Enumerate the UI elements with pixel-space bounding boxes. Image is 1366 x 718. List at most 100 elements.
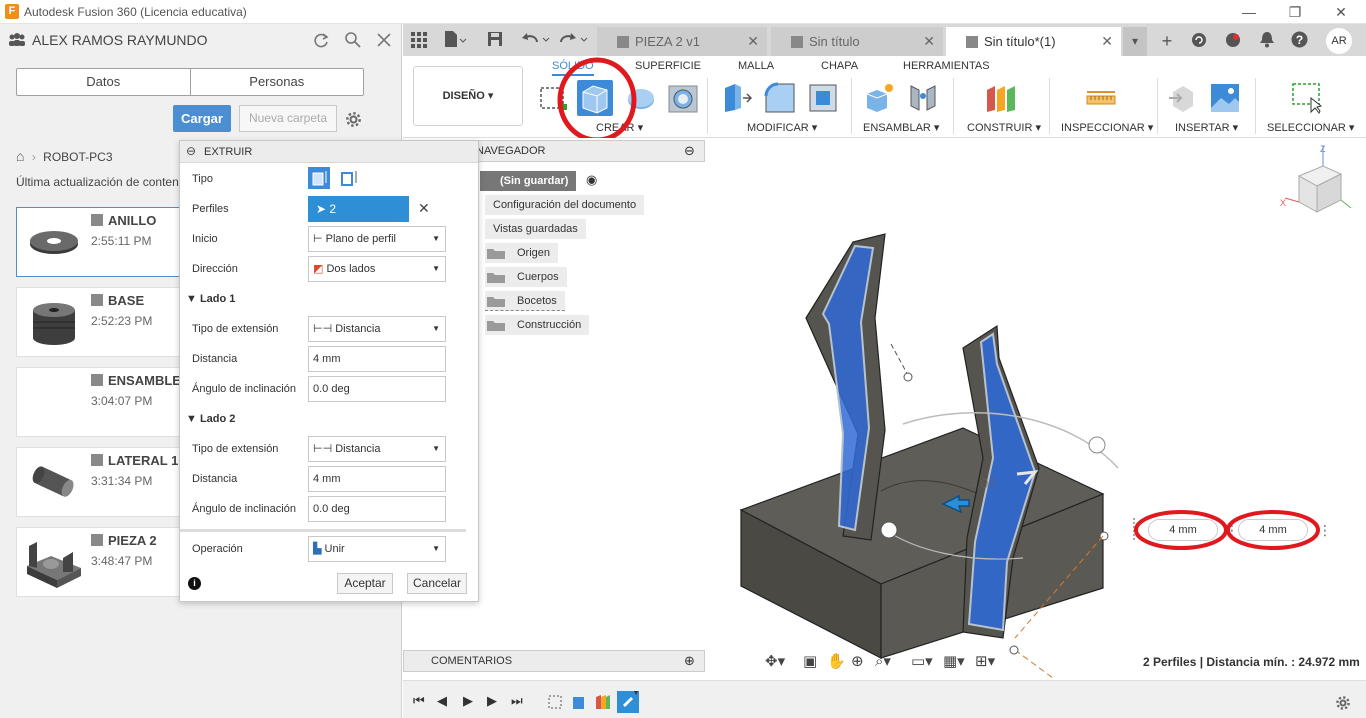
play-icon[interactable]: ▶ <box>463 693 473 709</box>
cancel-button[interactable]: Cancelar <box>407 573 467 594</box>
extrude-type-solid-icon[interactable] <box>308 167 330 189</box>
browser-item-config[interactable]: Configuración del documento <box>485 195 645 215</box>
maximize-button[interactable]: ❐ <box>1280 2 1310 22</box>
step-back-icon[interactable]: ◀ <box>437 693 447 709</box>
press-pull-icon[interactable] <box>721 82 753 114</box>
search-icon[interactable] <box>344 31 362 49</box>
side2-extent-dropdown[interactable]: ⊢⊣ Distancia <box>308 436 446 462</box>
file-item-base[interactable]: BASE 2:52:23 PM <box>16 287 186 357</box>
tab-overflow-chevron-icon[interactable]: ▾ <box>1123 27 1147 56</box>
ribbon-tab-herramientas[interactable]: HERRAMIENTAS <box>903 60 990 72</box>
file-item-ensamble[interactable]: ENSAMBLE 3:04:07 PM <box>16 367 186 437</box>
file-item-pieza-2[interactable]: PIEZA 2 3:48:47 PM <box>16 527 186 597</box>
offset-plane-icon[interactable] <box>985 82 1017 114</box>
close-tab-icon[interactable]: ✕ <box>1101 27 1113 56</box>
tab-datos[interactable]: Datos <box>17 69 191 95</box>
side2-angle-input[interactable]: 0.0 deg <box>308 496 446 522</box>
extrude-dialog-header[interactable]: ⊖ EXTRUIR <box>180 141 478 163</box>
side1-section[interactable]: ▼ Lado 1 <box>186 293 235 305</box>
close-tab-icon[interactable]: ✕ <box>923 27 935 56</box>
fillet-icon[interactable] <box>764 82 796 114</box>
profiles-selector[interactable]: ➤ 2 seleccionado <box>308 196 409 242</box>
timeline-extrude-icon[interactable] <box>571 694 587 710</box>
browser-root-node[interactable]: (Sin guardar) <box>480 171 577 191</box>
accept-button[interactable]: Aceptar <box>337 573 393 594</box>
refresh-icon[interactable] <box>312 31 330 49</box>
save-icon[interactable] <box>487 31 503 47</box>
timeline-settings-gear-icon[interactable] <box>1335 695 1351 711</box>
group-modificar[interactable]: MODIFICAR ▾ <box>747 121 817 134</box>
tab-personas[interactable]: Personas <box>191 69 364 95</box>
info-icon[interactable]: i <box>188 577 201 590</box>
side2-distance-input[interactable]: 4 mm <box>308 466 446 492</box>
fit-icon[interactable]: ⌕▾ <box>875 652 891 670</box>
side1-angle-input[interactable]: 0.0 deg <box>308 376 446 402</box>
grid-menu-icon[interactable] <box>411 32 427 48</box>
activate-radio-icon[interactable]: ◉ <box>586 172 597 188</box>
home-icon[interactable]: ⌂ <box>16 148 24 164</box>
notifications-bell-icon[interactable] <box>1259 31 1275 48</box>
browser-item-saved-views[interactable]: Vistas guardadas <box>485 219 586 239</box>
new-component-icon[interactable] <box>863 82 895 114</box>
shell-icon[interactable] <box>807 82 839 114</box>
look-at-icon[interactable]: ▣ <box>803 652 817 670</box>
group-seleccionar[interactable]: SELECCIONAR ▾ <box>1267 121 1354 134</box>
workspace-selector[interactable]: DISEÑO ▾ <box>413 66 523 126</box>
undo-icon[interactable] <box>521 30 551 48</box>
ribbon-tab-superficie[interactable]: SUPERFICIE <box>635 60 701 72</box>
display-settings-icon[interactable]: ▭▾ <box>911 652 933 670</box>
go-to-start-icon[interactable]: ⏮ <box>413 693 425 709</box>
user-avatar[interactable]: AR <box>1326 28 1352 54</box>
user-name[interactable]: ALEX RAMOS RAYMUNDO <box>32 32 208 48</box>
direction-dropdown[interactable]: ◩ Dos lados <box>308 256 446 282</box>
extensions-icon[interactable] <box>1225 32 1241 48</box>
tab-sin-titulo[interactable]: Sin título ✕ <box>771 27 943 56</box>
go-to-end-icon[interactable]: ⏭ <box>511 693 523 709</box>
timeline-sketch-icon[interactable] <box>547 694 563 710</box>
new-folder-button[interactable]: Nueva carpeta <box>239 105 337 132</box>
settings-gear-icon[interactable] <box>345 111 362 128</box>
zoom-icon[interactable]: ⊕ <box>851 652 864 670</box>
ribbon-tab-malla[interactable]: MALLA <box>738 60 774 72</box>
file-item-anillo[interactable]: ANILLO 2:55:11 PM <box>16 207 186 277</box>
side1-distance-input[interactable]: 4 mm <box>308 346 446 372</box>
hole-tool-icon[interactable] <box>667 82 699 114</box>
select-window-icon[interactable] <box>1291 82 1323 114</box>
ribbon-tab-chapa[interactable]: CHAPA <box>821 60 858 72</box>
joint-icon[interactable] <box>907 82 939 114</box>
viewports-icon[interactable]: ⊞▾ <box>975 652 995 670</box>
group-insertar[interactable]: INSERTAR ▾ <box>1175 121 1238 134</box>
extrude-type-thin-icon[interactable] <box>338 167 360 189</box>
minimize-button[interactable]: — <box>1234 2 1264 22</box>
tab-sin-titulo-1[interactable]: Sin título*(1) ✕ <box>946 27 1121 56</box>
help-icon[interactable]: ? <box>1291 31 1308 48</box>
breadcrumb-project[interactable]: ROBOT-PC3 <box>43 150 112 164</box>
file-menu-icon[interactable] <box>443 30 467 48</box>
orbit-icon[interactable]: ✥▾ <box>765 652 785 670</box>
job-status-icon[interactable] <box>1191 32 1207 48</box>
close-window-button[interactable]: ✕ <box>1326 2 1356 22</box>
group-ensamblar[interactable]: ENSAMBLAR ▾ <box>863 121 939 134</box>
redo-icon[interactable] <box>559 30 589 48</box>
step-forward-icon[interactable]: ▶ <box>487 693 497 709</box>
side2-section[interactable]: ▼ Lado 2 <box>186 413 235 425</box>
upload-button[interactable]: Cargar <box>173 105 231 132</box>
team-icon[interactable] <box>8 33 26 47</box>
timeline-plane-icon[interactable] <box>595 694 611 710</box>
group-construir[interactable]: CONSTRUIR ▾ <box>967 121 1041 134</box>
start-dropdown[interactable]: ⊢ Plano de perfil <box>308 226 446 252</box>
tab-pieza-2-v1[interactable]: PIEZA 2 v1 ✕ <box>597 27 767 56</box>
grid-settings-icon[interactable]: ▦▾ <box>943 652 965 670</box>
operation-dropdown[interactable]: ▙ Unir <box>308 536 446 562</box>
pan-hand-icon[interactable]: ✋ <box>827 652 846 670</box>
collapse-dialog-icon[interactable]: ⊖ <box>186 144 196 158</box>
new-tab-plus-icon[interactable]: + <box>1155 27 1179 56</box>
viewcube[interactable]: Z X <box>1279 142 1359 222</box>
collapse-browser-icon[interactable]: ⊖ <box>684 143 695 159</box>
insert-image-icon[interactable] <box>1209 82 1241 114</box>
file-item-lateral-1[interactable]: LATERAL 1 3:31:34 PM <box>16 447 186 517</box>
close-panel-icon[interactable] <box>376 32 392 48</box>
timeline-active-extrude-icon[interactable] <box>617 691 641 713</box>
expand-comments-icon[interactable]: ⊕ <box>684 653 695 669</box>
insert-derive-icon[interactable] <box>1167 82 1199 114</box>
